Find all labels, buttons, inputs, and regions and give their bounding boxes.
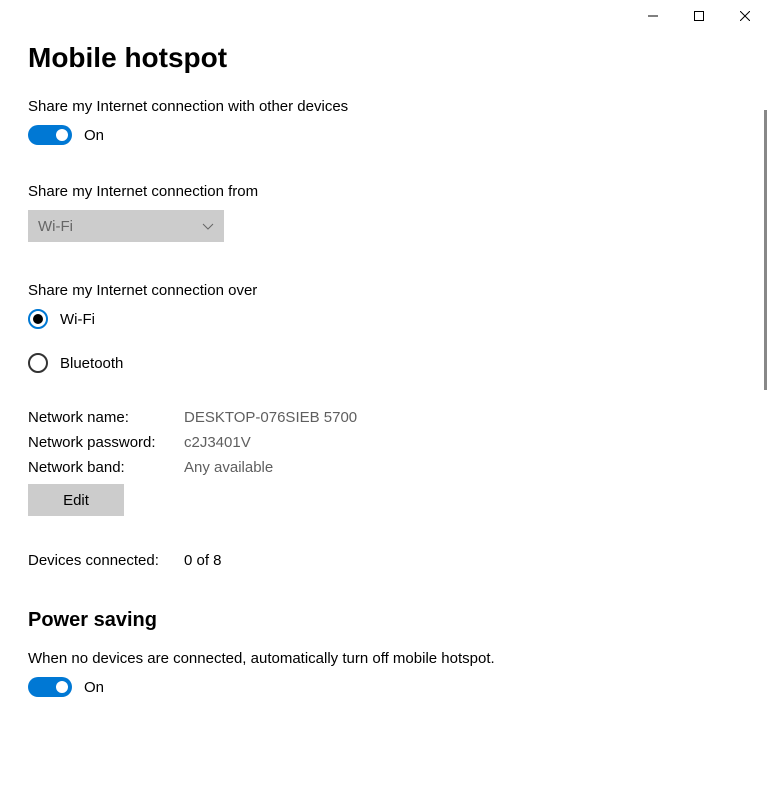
radio-wifi-label: Wi-Fi [60, 311, 95, 328]
network-name-label: Network name: [28, 409, 184, 426]
devices-connected-label: Devices connected: [28, 552, 184, 569]
edit-button[interactable]: Edit [28, 484, 124, 516]
toggle-knob [56, 129, 68, 141]
share-connection-toggle-row: On [28, 125, 740, 145]
share-connection-toggle[interactable] [28, 125, 72, 145]
power-saving-toggle-row: On [28, 677, 740, 697]
chevron-down-icon [202, 218, 214, 235]
network-band-value: Any available [184, 459, 273, 476]
share-from-dropdown[interactable]: Wi-Fi [28, 210, 224, 242]
network-band-row: Network band: Any available [28, 459, 740, 476]
network-password-label: Network password: [28, 434, 184, 451]
share-over-label: Share my Internet connection over [28, 282, 740, 299]
share-connection-label: Share my Internet connection with other … [28, 98, 740, 115]
network-name-value: DESKTOP-076SIEB 5700 [184, 409, 357, 426]
maximize-icon [694, 11, 704, 21]
network-password-row: Network password: c2J3401V [28, 434, 740, 451]
share-from-label: Share my Internet connection from [28, 183, 740, 200]
radio-option-wifi[interactable]: Wi-Fi [28, 309, 740, 329]
power-saving-description: When no devices are connected, automatic… [28, 650, 740, 667]
close-button[interactable] [722, 0, 768, 32]
network-info-table: Network name: DESKTOP-076SIEB 5700 Netwo… [28, 409, 740, 476]
radio-circle-icon [28, 309, 48, 329]
minimize-icon [648, 11, 658, 21]
devices-connected-row: Devices connected: 0 of 8 [28, 552, 740, 569]
network-band-label: Network band: [28, 459, 184, 476]
minimize-button[interactable] [630, 0, 676, 32]
power-saving-toggle[interactable] [28, 677, 72, 697]
network-name-row: Network name: DESKTOP-076SIEB 5700 [28, 409, 740, 426]
power-saving-state: On [84, 679, 104, 696]
maximize-button[interactable] [676, 0, 722, 32]
window-titlebar [0, 0, 768, 32]
network-password-value: c2J3401V [184, 434, 251, 451]
power-saving-heading: Power saving [28, 609, 740, 632]
toggle-knob [56, 681, 68, 693]
close-icon [740, 11, 750, 21]
content-area: Mobile hotspot Share my Internet connect… [0, 32, 768, 697]
radio-bluetooth-label: Bluetooth [60, 355, 123, 372]
page-title: Mobile hotspot [28, 42, 740, 74]
radio-circle-icon [28, 353, 48, 373]
share-connection-state: On [84, 127, 104, 144]
radio-dot-icon [33, 314, 43, 324]
devices-connected-value: 0 of 8 [184, 552, 222, 569]
share-from-selected: Wi-Fi [38, 218, 73, 235]
radio-option-bluetooth[interactable]: Bluetooth [28, 353, 740, 373]
share-over-radio-group: Wi-Fi Bluetooth [28, 309, 740, 373]
scrollbar[interactable] [764, 110, 767, 390]
